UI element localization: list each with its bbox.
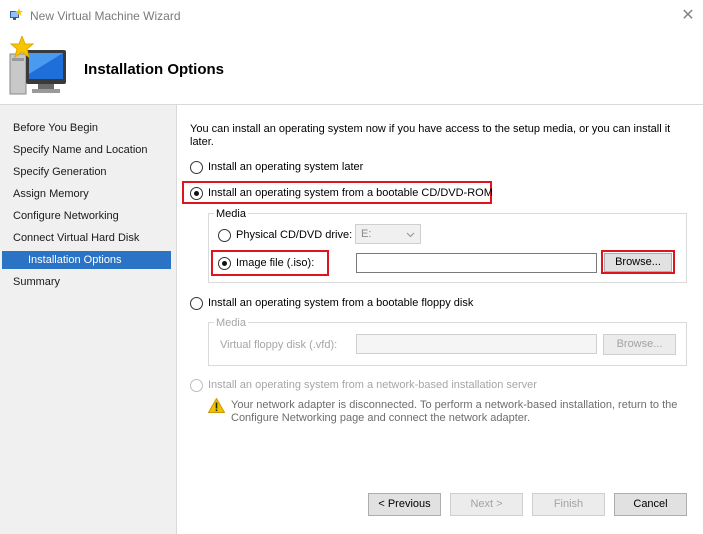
radio-install-network[interactable] — [190, 379, 203, 392]
radio-physical-drive[interactable] — [218, 229, 231, 242]
label-install-cd[interactable]: Install an operating system from a boota… — [208, 187, 493, 199]
radio-install-cd[interactable] — [190, 187, 203, 200]
warning-icon — [208, 398, 225, 413]
browse-vfd-button[interactable]: Browse... — [603, 334, 676, 355]
cancel-button[interactable]: Cancel — [614, 493, 687, 516]
dropdown-chevron-icon — [406, 232, 415, 238]
sidebar-item-specify-name-location[interactable]: Specify Name and Location — [2, 141, 171, 159]
wizard-sidebar: Before You Begin Specify Name and Locati… — [0, 105, 177, 534]
close-icon[interactable]: ✕ — [678, 6, 698, 26]
next-button[interactable]: Next > — [450, 493, 523, 516]
vfd-input[interactable] — [356, 334, 597, 354]
warning-text-line1: Your network adapter is disconnected. To… — [231, 399, 678, 411]
label-image-file[interactable]: Image file (.iso): — [236, 257, 314, 269]
window-title: New Virtual Machine Wizard — [30, 9, 181, 23]
wizard-computer-icon — [9, 36, 66, 95]
image-file-input[interactable] — [356, 253, 597, 273]
label-install-later[interactable]: Install an operating system later — [208, 161, 363, 173]
intro-text-line1: You can install an operating system now … — [190, 123, 671, 135]
app-icon — [10, 8, 23, 20]
radio-install-later[interactable] — [190, 161, 203, 174]
sidebar-item-assign-memory[interactable]: Assign Memory — [2, 185, 171, 203]
physical-drive-select[interactable]: E: — [355, 224, 421, 244]
previous-button[interactable]: < Previous — [368, 493, 441, 516]
warning-text-line2: Configure Networking page and connect th… — [231, 412, 531, 424]
label-install-floppy[interactable]: Install an operating system from a boota… — [208, 297, 473, 309]
radio-image-file[interactable] — [218, 257, 231, 270]
sidebar-item-connect-vhd[interactable]: Connect Virtual Hard Disk — [2, 229, 171, 247]
media-group-label: Media — [214, 208, 248, 220]
sidebar-item-specify-generation[interactable]: Specify Generation — [2, 163, 171, 181]
sidebar-item-installation-options[interactable]: Installation Options — [2, 251, 171, 269]
browse-iso-button[interactable]: Browse... — [604, 253, 672, 272]
intro-text-line2: later. — [190, 136, 214, 148]
label-vfd: Virtual floppy disk (.vfd): — [220, 339, 338, 351]
wizard-header: Installation Options — [0, 32, 703, 105]
sidebar-item-summary[interactable]: Summary — [2, 273, 171, 291]
label-physical-drive[interactable]: Physical CD/DVD drive: — [236, 229, 352, 241]
radio-install-floppy[interactable] — [190, 297, 203, 310]
sidebar-item-configure-networking[interactable]: Configure Networking — [2, 207, 171, 225]
floppy-media-group-label: Media — [214, 317, 248, 329]
sidebar-item-before-you-begin[interactable]: Before You Begin — [2, 119, 171, 137]
page-title: Installation Options — [84, 61, 225, 78]
title-bar: New Virtual Machine Wizard ✕ — [0, 0, 703, 32]
label-install-network: Install an operating system from a netwo… — [208, 379, 537, 391]
finish-button[interactable]: Finish — [532, 493, 605, 516]
physical-drive-value: E: — [361, 228, 372, 240]
